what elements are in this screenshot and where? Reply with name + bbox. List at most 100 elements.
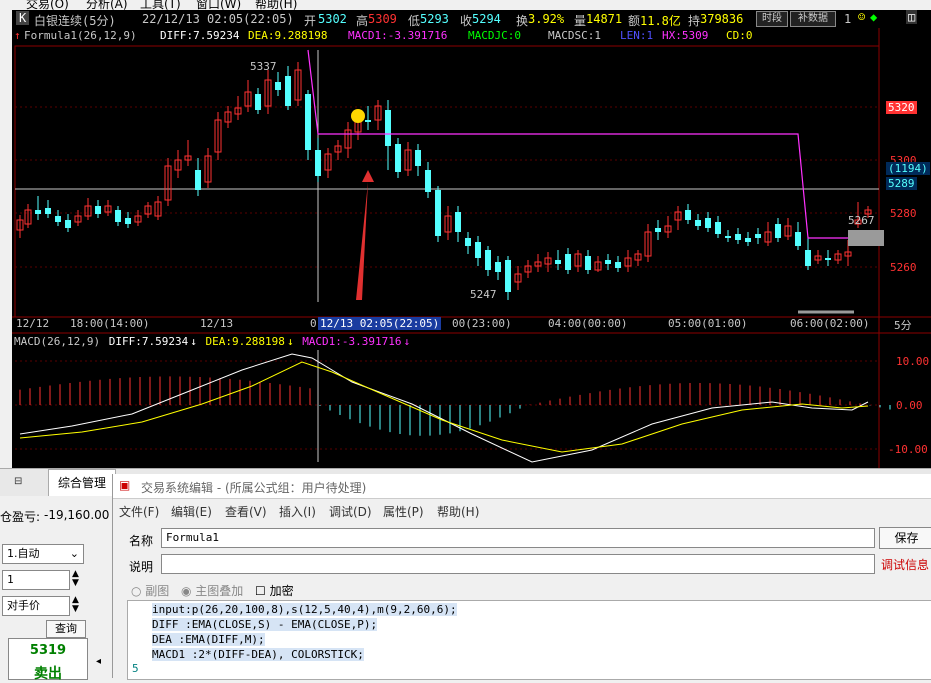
candle-down xyxy=(555,260,561,264)
candle-down xyxy=(195,170,201,190)
candle-down xyxy=(455,212,461,232)
chevron-down-icon: ⌄ xyxy=(69,547,79,560)
k-type-button[interactable]: K xyxy=(16,11,30,25)
radio-sub-label: 副图 xyxy=(145,584,170,598)
diff-line xyxy=(19,353,869,463)
quote-price: 5319 xyxy=(29,643,67,658)
editor-title: 交易系统编辑 - (所属公式组：用户待处理) xyxy=(141,481,367,495)
price-type-stepper[interactable]: ▲ ▼ xyxy=(72,596,79,614)
candle-down xyxy=(755,234,761,238)
trough-price-label: 5247 xyxy=(470,288,497,301)
candle-down xyxy=(275,82,281,90)
macd-macd1: MACD1:-3.391716 xyxy=(302,335,402,348)
macd-legend: MACD(26,12,9) DIFF:7.59234 ↓ DEA:9.288198… xyxy=(14,335,411,348)
candle-down xyxy=(435,190,441,236)
name-label: 名称 xyxy=(129,534,154,548)
radio-main-overlay[interactable]: ◉ 主图叠加 xyxy=(181,582,243,599)
chart-canvas[interactable] xyxy=(12,10,931,468)
code-line-3: DEA :EMA(DIFF,M); xyxy=(152,633,265,646)
name-input[interactable]: Formula1 xyxy=(161,528,875,548)
save-button[interactable]: 保存 xyxy=(879,527,931,549)
bar-datetime: 22/12/13 02:05(22:05) xyxy=(142,12,294,26)
quantity-field[interactable]: 1 xyxy=(2,570,70,590)
price-tick-5280: 5280 xyxy=(890,207,917,220)
price-tick-5320: 5320 xyxy=(886,101,917,114)
macd-tick-neg10: -10.00 xyxy=(888,443,928,456)
low-value: 5293 xyxy=(420,12,449,26)
editor-menu-view[interactable]: 查看(V) xyxy=(225,503,267,520)
candle-down xyxy=(725,236,731,238)
scroll-icon[interactable]: ◂ xyxy=(96,656,101,667)
main-menubar: 交易(O) 分析(A) 工具(T) 窗口(W) 帮助(H) xyxy=(0,0,931,10)
code-editor[interactable]: input:p(26,20,100,8),s(12,5,40,4),m(9,2,… xyxy=(127,600,931,680)
menu-window[interactable]: 窗口(W) xyxy=(196,0,241,10)
desc-input[interactable] xyxy=(161,554,875,574)
menu-analysis[interactable]: 分析(A) xyxy=(86,0,128,10)
candle-down xyxy=(385,110,391,146)
query-button[interactable]: 查询 xyxy=(46,620,86,638)
candle-down xyxy=(485,250,491,270)
macd-dea: DEA:9.288198 xyxy=(205,335,285,348)
formula-macd1: MACD1:-3.391716 xyxy=(348,29,448,42)
encrypt-label: 加密 xyxy=(269,584,294,598)
peak-price-label: 5337 xyxy=(250,60,277,73)
formula-macdsc: MACDSC:1 xyxy=(548,29,601,42)
oi-suffix: 1 xyxy=(844,12,852,26)
editor-menu-edit[interactable]: 编辑(E) xyxy=(171,503,212,520)
code-line-1: input:p(26,20,100,8),s(12,5,40,4),m(9,2,… xyxy=(152,603,457,616)
buy-button[interactable]: 5319 卖出 xyxy=(8,638,88,682)
candle-down xyxy=(255,94,261,110)
instrument-name: 白银连续(5分) xyxy=(34,14,116,28)
count-badge: (1194) xyxy=(886,162,930,175)
turnover-label: 换 xyxy=(516,14,529,28)
candle-down xyxy=(45,208,51,214)
pnl-value: -19,160.00 xyxy=(44,508,110,522)
settings-icon[interactable]: ◫ xyxy=(906,10,918,24)
formula-len: LEN:1 xyxy=(620,29,654,42)
formula-diff: DIFF:7.59234 xyxy=(160,29,240,42)
formula-hx: HX:5309 xyxy=(662,29,709,42)
menu-help[interactable]: 帮助(H) xyxy=(255,0,297,10)
editor-app-icon: ▣ xyxy=(119,478,131,492)
price-type-field[interactable]: 对手价 xyxy=(2,596,70,616)
candle-down xyxy=(735,234,741,240)
editor-menu-help[interactable]: 帮助(H) xyxy=(437,503,479,520)
candle-down xyxy=(505,260,511,292)
mode-select[interactable]: 1.自动 ⌄ xyxy=(2,544,84,564)
menu-tools[interactable]: 工具(T) xyxy=(140,0,181,10)
right-price-label: 5267 xyxy=(848,214,875,227)
time-label-5: 00(23:00) xyxy=(452,317,512,330)
candle-down xyxy=(715,222,721,234)
pnl-label: 仓盈亏: xyxy=(0,510,41,524)
editor-menu-file[interactable]: 文件(F) xyxy=(119,503,159,520)
menu-trade[interactable]: 交易(O) xyxy=(26,0,69,10)
period-button[interactable]: 时段 xyxy=(756,11,788,27)
quantity-stepper[interactable]: ▲ ▼ xyxy=(72,570,79,588)
panel-toggle-icon[interactable]: ⊟ xyxy=(14,476,22,487)
chart-window[interactable]: K 白银连续(5分) 22/12/13 02:05(22:05) 开 5302 … xyxy=(12,10,931,468)
fill-data-button[interactable]: 补数据 xyxy=(790,11,836,27)
editor-menu-insert[interactable]: 插入(I) xyxy=(279,503,316,520)
formula-cd: CD:0 xyxy=(726,29,753,42)
editor-menu-debug[interactable]: 调试(D) xyxy=(329,503,372,520)
line-number: 5 xyxy=(132,662,139,675)
debug-info-link[interactable]: 调试信息 xyxy=(881,556,929,573)
candle-down xyxy=(605,260,611,264)
macd-tick-10: 10.00 xyxy=(896,355,930,368)
tab-composite-management[interactable]: 综合管理 xyxy=(48,469,116,496)
price-pane-frame xyxy=(14,45,880,318)
smile-marker-icon xyxy=(351,109,365,123)
radio-sub-chart[interactable]: ○ 副图 xyxy=(131,582,169,599)
time-label-3: 12/13 xyxy=(200,317,234,330)
macd-diff: DIFF:7.59234 xyxy=(108,335,189,348)
desc-label: 说明 xyxy=(129,560,154,574)
smile-icon: ☺ xyxy=(858,10,866,24)
candle-down xyxy=(805,250,811,266)
dea-line xyxy=(19,361,869,453)
editor-menu-properties[interactable]: 属性(P) xyxy=(383,503,424,520)
encrypt-checkbox[interactable]: ☐ 加密 xyxy=(255,582,294,599)
arrow-up-icon: ↑ xyxy=(14,29,21,42)
candle-down xyxy=(705,218,711,228)
low-label: 低 xyxy=(408,14,421,28)
period-label: 5分 xyxy=(894,319,912,332)
